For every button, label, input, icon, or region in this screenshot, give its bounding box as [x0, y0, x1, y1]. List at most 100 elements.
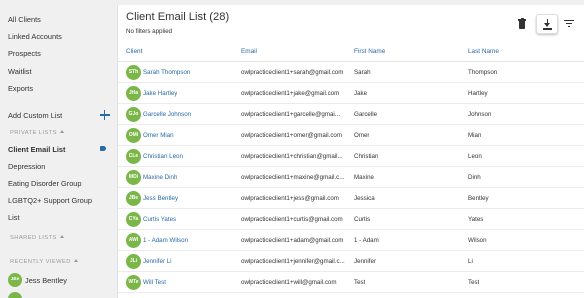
avatar: JLi: [126, 254, 141, 269]
private-list-lgbtq2-support-group[interactable]: LGBTQ2+ Support Group: [8, 196, 92, 205]
shared-lists-label: SHARED LISTS: [10, 235, 57, 241]
client-name-link[interactable]: Garcelle Johnson: [143, 111, 191, 118]
add-custom-list-link[interactable]: Add Custom List: [8, 111, 62, 120]
table-row[interactable]: OMi Omer Mian owlpracticeclient1+omer@gm…: [118, 125, 584, 146]
avatar: CLe: [126, 149, 141, 164]
download-button[interactable]: [536, 14, 558, 34]
last-name-cell: Li: [468, 258, 473, 265]
avatar: JHa: [126, 86, 141, 101]
table-row[interactable]: JHa Jake Hartley owlpracticeclient1+jake…: [118, 83, 584, 104]
last-name-cell: Johnson: [468, 111, 492, 118]
first-name-cell: Jessica: [354, 195, 375, 202]
column-header-email[interactable]: Email: [241, 48, 257, 55]
client-name-link[interactable]: Omer Mian: [143, 132, 174, 139]
caret-up-icon: [59, 235, 64, 238]
last-name-cell: Test: [468, 279, 480, 286]
table-row[interactable]: GJo Garcelle Johnson owlpracticeclient1+…: [118, 104, 584, 125]
private-list-eating-disorder-group[interactable]: Eating Disorder Group: [8, 179, 82, 188]
last-name-cell: Mian: [468, 132, 482, 139]
first-name-cell: Maxine: [354, 174, 374, 181]
email-cell: owlpracticeclient1+christian@gmail...: [241, 153, 343, 160]
avatar: GJo: [126, 107, 141, 122]
email-cell: owlpracticeclient1+omer@gmail.com: [241, 132, 343, 139]
email-cell: owlpracticeclient1+maxine@gmail.c...: [241, 174, 345, 181]
private-list-depression[interactable]: Depression: [8, 162, 45, 171]
private-list-list[interactable]: List: [8, 213, 20, 222]
last-name-cell: Bentley: [468, 195, 489, 202]
column-header-client[interactable]: Client: [126, 48, 142, 55]
filter-status: No filters applied: [126, 28, 173, 35]
recently-viewed-name: Jess Bentley: [25, 276, 67, 285]
client-name-link[interactable]: Will Test: [143, 279, 166, 286]
avatar: JBe: [8, 273, 22, 287]
email-cell: owlpracticeclient1+sarah@gmail.com: [241, 69, 344, 76]
email-cell: owlpracticeclient1+jess@gmail.com: [241, 195, 339, 202]
last-name-cell: Wilson: [468, 237, 487, 244]
client-name-link[interactable]: Christian Leon: [143, 153, 183, 160]
recently-viewed-label: RECENTLY VIEWED: [10, 259, 71, 265]
client-name-link[interactable]: 1 - Adam Wilson: [143, 237, 188, 244]
client-name-link[interactable]: Jennifer Li: [143, 258, 172, 265]
first-name-cell: Jake: [354, 90, 368, 97]
page-title: Client Email List (28): [126, 11, 230, 23]
avatar: STh: [126, 65, 141, 80]
avatar: WTe: [126, 275, 141, 290]
sidebar-item-linked-accounts[interactable]: Linked Accounts: [8, 32, 62, 41]
client-name-link[interactable]: Maxine Dinh: [143, 174, 177, 181]
last-name-cell: Dinh: [468, 174, 481, 181]
column-header-last-name[interactable]: Last Name: [468, 48, 499, 55]
shared-lists-heading[interactable]: SHARED LISTS: [10, 235, 64, 241]
client-name-link[interactable]: Jake Hartley: [143, 90, 177, 97]
private-lists-heading[interactable]: PRIVATE LISTS: [10, 130, 64, 136]
first-name-cell: Garcelle: [354, 111, 378, 118]
last-name-cell: Yates: [468, 216, 484, 223]
private-list-client-email-list[interactable]: Client Email List: [8, 145, 66, 154]
avatar: JBe: [126, 191, 141, 206]
client-name-link[interactable]: Sarah Thompson: [143, 69, 190, 76]
sidebar-item-waitlist[interactable]: Waitlist: [8, 67, 32, 76]
first-name-cell: Christian: [354, 153, 379, 160]
avatar: AWi: [126, 233, 141, 248]
table-row[interactable]: STh Sarah Thompson owlpracticeclient1+sa…: [118, 62, 584, 83]
sidebar: All Clients Linked Accounts Prospects Wa…: [0, 0, 118, 298]
first-name-cell: Omer: [354, 132, 370, 139]
table-row[interactable]: JBe Jess Bentley owlpracticeclient1+jess…: [118, 188, 584, 209]
table-row[interactable]: WTe Will Test owlpracticeclient1+will@gm…: [118, 272, 584, 293]
table-row[interactable]: AWi 1 - Adam Wilson owlpracticeclient1+a…: [118, 230, 584, 251]
sidebar-item-all-clients[interactable]: All Clients: [8, 15, 41, 24]
avatar[interactable]: [8, 292, 22, 298]
private-lists-label: PRIVATE LISTS: [10, 130, 57, 136]
caret-up-icon: [73, 259, 78, 262]
last-name-cell: Leon: [468, 153, 482, 160]
last-name-cell: Thompson: [468, 69, 498, 76]
sidebar-item-exports[interactable]: Exports: [8, 84, 33, 93]
email-cell: owlpracticeclient1+curtis@gmail.com: [241, 216, 343, 223]
client-name-link[interactable]: Curtis Yates: [143, 216, 176, 223]
table-row[interactable]: MDi Maxine Dinh owlpracticeclient1+maxin…: [118, 167, 584, 188]
first-name-cell: 1 - Adam: [354, 237, 379, 244]
column-header-first-name[interactable]: First Name: [354, 48, 385, 55]
table-row[interactable]: CYa Curtis Yates owlpracticeclient1+curt…: [118, 209, 584, 230]
first-name-cell: Test: [354, 279, 366, 286]
first-name-cell: Sarah: [354, 69, 371, 76]
last-name-cell: Hartley: [468, 90, 488, 97]
caret-up-icon: [59, 130, 64, 133]
table-row[interactable]: JLi Jennifer Li owlpracticeclient1+jenni…: [118, 251, 584, 272]
first-name-cell: Jennifer: [354, 258, 377, 265]
email-cell: owlpracticeclient1+will@gmail.com: [241, 279, 337, 286]
filter-icon[interactable]: [564, 19, 574, 28]
email-cell: owlpracticeclient1+adam@gmail.com: [241, 237, 344, 244]
email-cell: owlpracticeclient1+jake@gmail.com: [241, 90, 340, 97]
main-panel: Client Email List (28) No filters applie…: [117, 5, 584, 298]
tag-icon: [100, 146, 106, 151]
client-name-link[interactable]: Jess Bentley: [143, 195, 178, 202]
recently-viewed-heading[interactable]: RECENTLY VIEWED: [10, 259, 78, 265]
avatar: OMi: [126, 128, 141, 143]
avatar: MDi: [126, 170, 141, 185]
plus-icon[interactable]: [100, 110, 110, 120]
first-name-cell: Curtis: [354, 216, 371, 223]
table-row[interactable]: CLe Christian Leon owlpracticeclient1+ch…: [118, 146, 584, 167]
sidebar-item-prospects[interactable]: Prospects: [8, 49, 41, 58]
email-cell: owlpracticeclient1+garcelle@gmai...: [241, 111, 340, 118]
trash-icon[interactable]: [518, 18, 526, 29]
